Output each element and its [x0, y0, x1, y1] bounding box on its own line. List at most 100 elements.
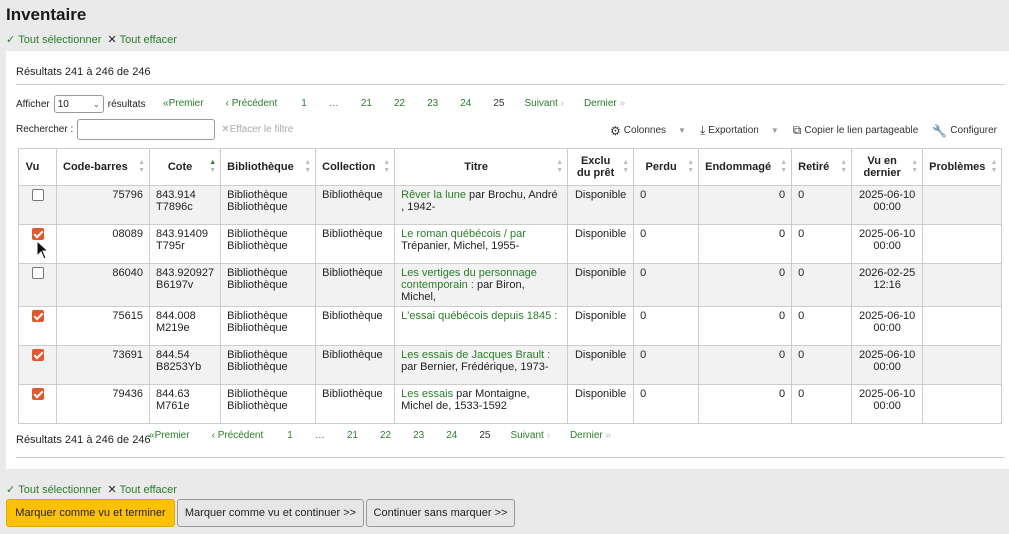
pager-first[interactable]: «Premier: [163, 98, 204, 109]
table-row: 75615 844.008 M219e Bibliothèque Bibliothè…: [18, 306, 1003, 346]
notforloan-cell: Disponible: [567, 185, 635, 225]
title-cell: Les essais par Montaigne, Michel de, 153…: [394, 384, 569, 424]
pager-ellipsis: …: [314, 430, 325, 441]
pager-page[interactable]: 22: [380, 430, 391, 441]
clear-all-link[interactable]: ✕ Tout effacer: [107, 33, 177, 47]
title-link[interactable]: Les essais de Jacques Brault :: [401, 349, 550, 361]
seen-checkbox[interactable]: [31, 310, 44, 323]
close-icon: ✕: [107, 484, 117, 496]
seen-cell: [18, 306, 57, 346]
title-link[interactable]: Les essais: [401, 388, 453, 400]
seen-cell: [18, 345, 57, 385]
column-header[interactable]: Vu: [18, 148, 57, 186]
pager-previous[interactable]: ‹ Précédent: [212, 430, 264, 441]
clear-filter-button[interactable]: ✕Effacer le filtre: [221, 124, 293, 135]
barcode-cell: 75796: [56, 185, 150, 225]
divider: [16, 84, 1005, 85]
column-header[interactable]: Problèmes ▲ ▼: [922, 148, 1003, 186]
pager-previous[interactable]: ‹ Précédent: [226, 98, 278, 109]
column-header[interactable]: Vu en dernier ▲ ▼: [851, 148, 924, 186]
configure-button[interactable]: 🔧 Configurer: [932, 124, 997, 138]
notforloan-cell: Disponible: [567, 263, 635, 307]
column-header[interactable]: Exclu du prêt ▲ ▼: [567, 148, 635, 186]
library-cell: Bibliothèque Bibliothèque: [220, 224, 317, 264]
column-header[interactable]: Code-barres ▲ ▼: [56, 148, 150, 186]
column-header[interactable]: Endommagé ▲ ▼: [698, 148, 793, 186]
lost-cell: 0: [633, 263, 700, 307]
lastseen-cell: 2026-02-25 12:16: [851, 263, 924, 307]
table-row: 79436 844.63 M761e Bibliothèque Bibliothèq…: [18, 384, 1003, 424]
notforloan-cell: Disponible: [567, 224, 635, 264]
search-label: Rechercher :: [16, 124, 74, 135]
clear-all-link[interactable]: ✕ Tout effacer: [107, 483, 177, 497]
seen-cell: [18, 263, 57, 307]
column-header[interactable]: Bibliothèque ▲ ▼: [220, 148, 317, 186]
columns-button[interactable]: ⚙ Colonnes ▼: [610, 124, 686, 138]
title-link[interactable]: Le roman québécois / par: [401, 228, 526, 240]
pager-page[interactable]: 1: [287, 430, 293, 441]
seen-cell: [18, 185, 57, 225]
lost-cell: 0: [633, 306, 700, 346]
pager-page[interactable]: 23: [413, 430, 424, 441]
mark-seen-finish-button[interactable]: Marquer comme vu et terminer: [6, 499, 175, 527]
wrench-icon: 🔧: [932, 123, 948, 138]
withdrawn-cell: 0: [791, 185, 853, 225]
results-info-top: Résultats 241 à 246 de 246: [16, 66, 151, 78]
withdrawn-cell: 0: [791, 345, 853, 385]
callnumber-cell: 844.54 B8253Yb: [148, 345, 222, 385]
barcode-cell: 79436: [56, 384, 150, 424]
library-cell: Bibliothèque Bibliothèque: [220, 306, 317, 346]
page-length-select[interactable]: 10 ⌄: [53, 95, 104, 113]
pager-page[interactable]: 21: [347, 430, 358, 441]
continue-without-marking-button[interactable]: Continuer sans marquer >>: [366, 499, 515, 527]
title-cell: Les essais de Jacques Brault : par Berni…: [394, 345, 569, 385]
seen-checkbox[interactable]: [31, 228, 44, 241]
problems-cell: [922, 263, 1003, 307]
column-header[interactable]: Cote ▲ ▼: [148, 148, 222, 186]
problems-cell: [922, 384, 1003, 424]
pager-page[interactable]: 22: [394, 98, 405, 109]
barcode-cell: 86040: [56, 263, 150, 307]
seen-checkbox[interactable]: [31, 349, 44, 362]
lost-cell: 0: [633, 384, 700, 424]
column-header[interactable]: Collection ▲ ▼: [315, 148, 396, 186]
select-all-link[interactable]: ✓ Tout sélectionner: [6, 33, 101, 47]
pager-first[interactable]: «Premier: [149, 430, 190, 441]
callnumber-cell: 843.914 T7896c: [148, 185, 222, 225]
table-row: 75796 843.914 T7896c Bibliothèque Biblioth…: [18, 185, 1003, 225]
pager-next: Suivant ›: [524, 98, 564, 109]
pager-next: Suivant ›: [510, 430, 550, 441]
damaged-cell: 0: [698, 263, 793, 307]
seen-checkbox[interactable]: [31, 388, 44, 401]
column-header[interactable]: Perdu ▲ ▼: [633, 148, 700, 186]
mark-seen-continue-button[interactable]: Marquer comme vu et continuer >>: [177, 499, 364, 527]
title-link[interactable]: L'essai québécois depuis 1845 :: [401, 310, 557, 322]
close-icon: ✕: [107, 34, 117, 46]
caret-down-icon: ▼: [678, 126, 686, 135]
pager-page[interactable]: 23: [427, 98, 438, 109]
copy-link-button[interactable]: ⧉ Copier le lien partageable: [793, 123, 919, 138]
lost-cell: 0: [633, 345, 700, 385]
pager-page[interactable]: 21: [361, 98, 372, 109]
select-all-link[interactable]: ✓ Tout sélectionner: [6, 483, 101, 497]
pagination-bottom: «Premier ‹ Précédent 1 … 21 22 23 24 25 …: [149, 430, 631, 441]
library-cell: Bibliothèque Bibliothèque: [220, 384, 317, 424]
library-cell: Bibliothèque Bibliothèque: [220, 185, 317, 225]
collection-cell: Bibliothèque: [315, 224, 396, 264]
pager-page[interactable]: 24: [446, 430, 457, 441]
column-header[interactable]: Retiré ▲ ▼: [791, 148, 853, 186]
seen-checkbox[interactable]: [31, 267, 44, 280]
pager-last: Dernier »: [583, 98, 626, 109]
collection-cell: Bibliothèque: [315, 345, 396, 385]
pager-page[interactable]: 1: [301, 98, 307, 109]
problems-cell: [922, 224, 1003, 264]
search-input[interactable]: [77, 119, 216, 140]
export-button[interactable]: ⤓ Exportation ▼: [700, 123, 779, 138]
pagination-top: «Premier ‹ Précédent 1 … 21 22 23 24 25 …: [163, 98, 645, 109]
pager-page[interactable]: 24: [460, 98, 471, 109]
title-link[interactable]: Rêver la lune: [401, 189, 466, 201]
lastseen-cell: 2025-06-10 00:00: [851, 384, 924, 424]
column-header[interactable]: Titre ▲ ▼: [394, 148, 569, 186]
mouse-pointer-icon: [36, 240, 50, 260]
seen-checkbox[interactable]: [31, 189, 44, 202]
